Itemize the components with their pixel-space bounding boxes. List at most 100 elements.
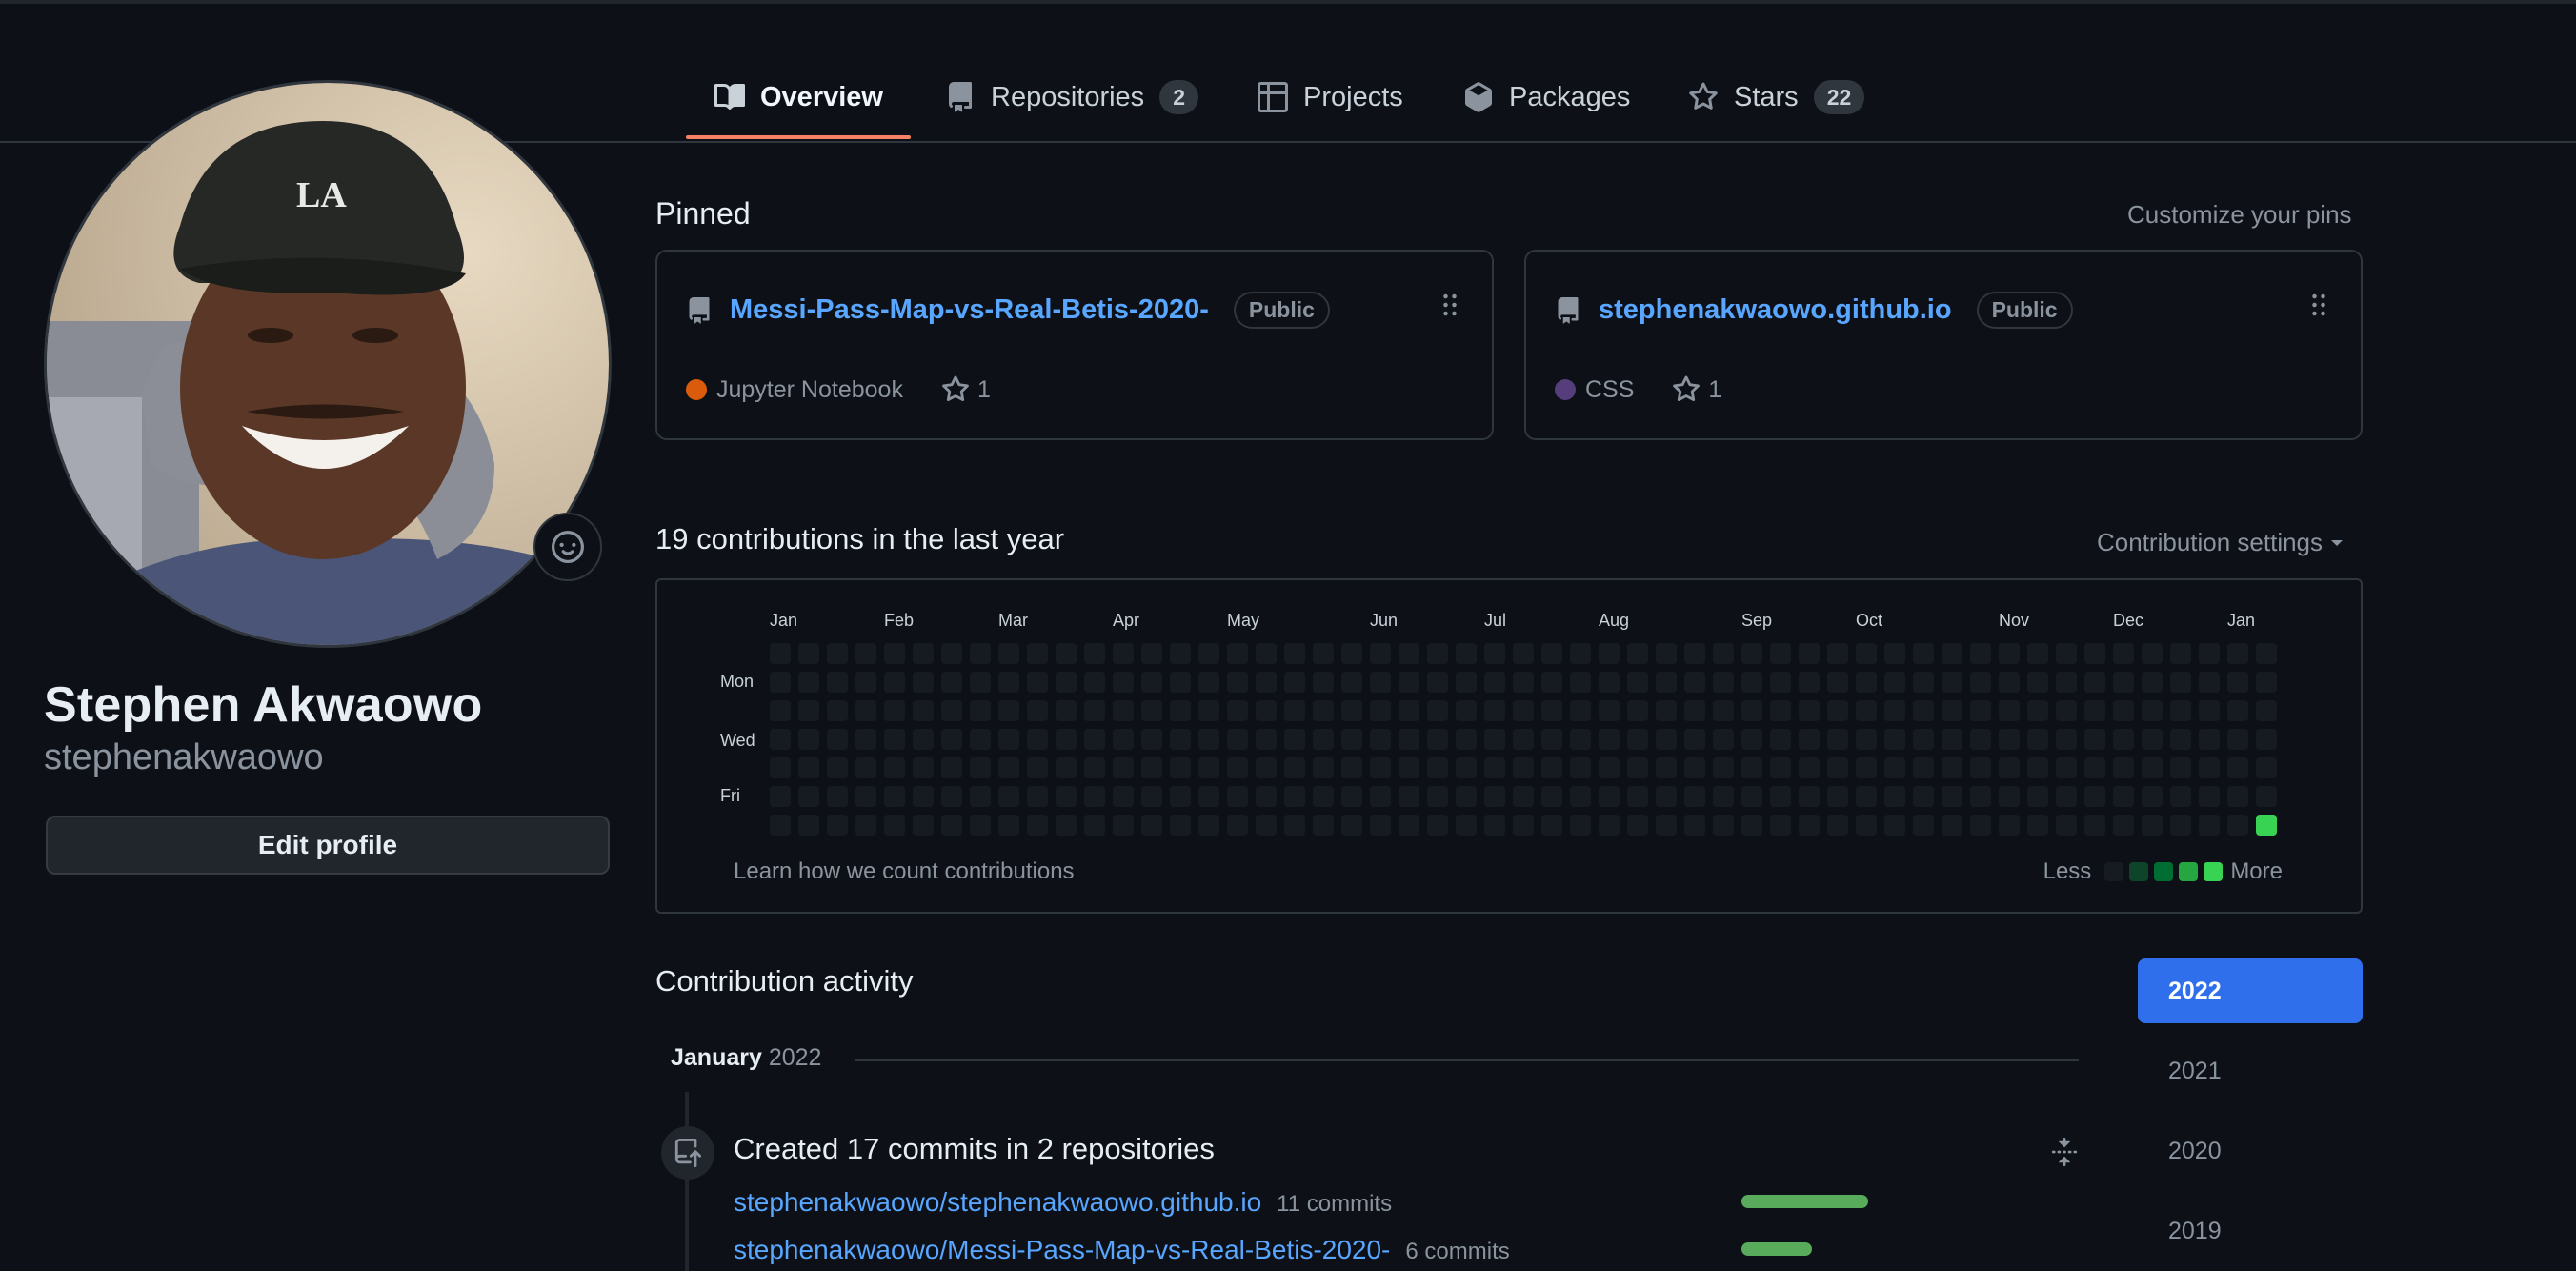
contribution-day-cell[interactable] [1799, 700, 1820, 721]
contribution-day-cell[interactable] [1341, 729, 1362, 750]
contribution-day-cell[interactable] [1084, 786, 1105, 807]
contribution-day-cell[interactable] [2084, 700, 2105, 721]
contribution-day-cell[interactable] [770, 643, 791, 664]
contribution-day-cell[interactable] [1284, 700, 1305, 721]
contribution-day-cell[interactable] [1942, 700, 1962, 721]
contribution-day-cell[interactable] [913, 786, 934, 807]
contribution-day-cell[interactable] [2227, 643, 2248, 664]
contribution-day-cell[interactable] [1570, 815, 1591, 836]
contribution-day-cell[interactable] [1427, 643, 1448, 664]
contribution-day-cell[interactable] [1141, 672, 1162, 693]
contribution-day-cell[interactable] [1399, 757, 1419, 778]
edit-profile-button[interactable]: Edit profile [46, 816, 610, 875]
contribution-day-cell[interactable] [1141, 786, 1162, 807]
contribution-day-cell[interactable] [1056, 757, 1077, 778]
contribution-day-cell[interactable] [2113, 815, 2134, 836]
contribution-day-cell[interactable] [1484, 729, 1505, 750]
contribution-day-cell[interactable] [1770, 757, 1791, 778]
contribution-day-cell[interactable] [1198, 815, 1219, 836]
contribution-day-cell[interactable] [1456, 729, 1477, 750]
contribution-day-cell[interactable] [1799, 672, 1820, 693]
drag-handle-icon[interactable] [1442, 293, 1458, 316]
contribution-day-cell[interactable] [884, 643, 905, 664]
contribution-day-cell[interactable] [2256, 786, 2277, 807]
contribution-day-cell[interactable] [1399, 700, 1419, 721]
contribution-day-cell[interactable] [1713, 729, 1734, 750]
contribution-day-cell[interactable] [2227, 786, 2248, 807]
contribution-day-cell[interactable] [970, 815, 991, 836]
contribution-day-cell[interactable] [1627, 700, 1648, 721]
contribution-day-cell[interactable] [1256, 729, 1277, 750]
contribution-day-cell[interactable] [827, 700, 848, 721]
contribution-day-cell[interactable] [2227, 729, 2248, 750]
contribution-day-cell[interactable] [1227, 786, 1248, 807]
contribution-day-cell[interactable] [1284, 729, 1305, 750]
contribution-day-cell[interactable] [2227, 672, 2248, 693]
contribution-day-cell[interactable] [2227, 757, 2248, 778]
contribution-day-cell[interactable] [1970, 643, 1991, 664]
contribution-day-cell[interactable] [1684, 815, 1705, 836]
contribution-day-cell[interactable] [2027, 815, 2048, 836]
contribution-day-cell[interactable] [1370, 757, 1391, 778]
year-filter-2022[interactable]: 2022 [2138, 958, 2363, 1023]
contribution-day-cell[interactable] [1541, 672, 1562, 693]
contribution-day-cell[interactable] [884, 700, 905, 721]
contribution-day-cell[interactable] [1370, 643, 1391, 664]
contribution-day-cell[interactable] [1513, 786, 1534, 807]
contribution-day-cell[interactable] [798, 643, 819, 664]
contribution-day-cell[interactable] [941, 643, 962, 664]
contribution-day-cell[interactable] [1484, 757, 1505, 778]
contribution-day-cell[interactable] [770, 700, 791, 721]
contribution-day-cell[interactable] [1056, 786, 1077, 807]
pinned-repo-link[interactable]: stephenakwaowo.github.io [1599, 294, 1952, 326]
contribution-day-cell[interactable] [1256, 786, 1277, 807]
contribution-day-cell[interactable] [1027, 757, 1048, 778]
contribution-day-cell[interactable] [1599, 815, 1620, 836]
contribution-day-cell[interactable] [2199, 643, 2220, 664]
contribution-day-cell[interactable] [1627, 815, 1648, 836]
contribution-day-cell[interactable] [770, 786, 791, 807]
contribution-day-cell[interactable] [1227, 815, 1248, 836]
contribution-day-cell[interactable] [884, 757, 905, 778]
contribution-day-cell[interactable] [2256, 729, 2277, 750]
contribution-day-cell[interactable] [1370, 729, 1391, 750]
contribution-day-cell[interactable] [2056, 815, 2077, 836]
contribution-day-cell[interactable] [1856, 757, 1877, 778]
contribution-day-cell[interactable] [1027, 729, 1048, 750]
contribution-day-cell[interactable] [1913, 815, 1934, 836]
contribution-day-cell[interactable] [1513, 672, 1534, 693]
contribution-day-cell[interactable] [1084, 729, 1105, 750]
contribution-day-cell[interactable] [1256, 757, 1277, 778]
commit-repo-link[interactable]: stephenakwaowo/Messi-Pass-Map-vs-Real-Be… [734, 1235, 1390, 1265]
contribution-day-cell[interactable] [1713, 815, 1734, 836]
contribution-day-cell[interactable] [1913, 757, 1934, 778]
contribution-day-cell[interactable] [770, 757, 791, 778]
contribution-day-cell[interactable] [1570, 757, 1591, 778]
contribution-day-cell[interactable] [2199, 757, 2220, 778]
contribution-day-cell[interactable] [1456, 643, 1477, 664]
contribution-day-cell[interactable] [1141, 700, 1162, 721]
contribution-day-cell[interactable] [970, 786, 991, 807]
contribution-day-cell[interactable] [2170, 672, 2191, 693]
contribution-day-cell[interactable] [1684, 729, 1705, 750]
contribution-day-cell[interactable] [1341, 672, 1362, 693]
contribution-day-cell[interactable] [1341, 757, 1362, 778]
contribution-day-cell[interactable] [1856, 672, 1877, 693]
contribution-day-cell[interactable] [1227, 643, 1248, 664]
contribution-day-cell[interactable] [2056, 643, 2077, 664]
contribution-day-cell[interactable] [1627, 672, 1648, 693]
contribution-day-cell[interactable] [1570, 700, 1591, 721]
contribution-day-cell[interactable] [1999, 729, 2020, 750]
contribution-day-cell[interactable] [1027, 815, 1048, 836]
contribution-day-cell[interactable] [1884, 757, 1905, 778]
contribution-day-cell[interactable] [1570, 672, 1591, 693]
contribution-day-cell[interactable] [1484, 815, 1505, 836]
contribution-day-cell[interactable] [941, 757, 962, 778]
contribution-day-cell[interactable] [855, 815, 876, 836]
contribution-day-cell[interactable] [798, 700, 819, 721]
contribution-day-cell[interactable] [2170, 786, 2191, 807]
contribution-day-cell[interactable] [1856, 729, 1877, 750]
contribution-day-cell[interactable] [1570, 643, 1591, 664]
contribution-day-cell[interactable] [1656, 729, 1677, 750]
contribution-day-cell[interactable] [1027, 672, 1048, 693]
